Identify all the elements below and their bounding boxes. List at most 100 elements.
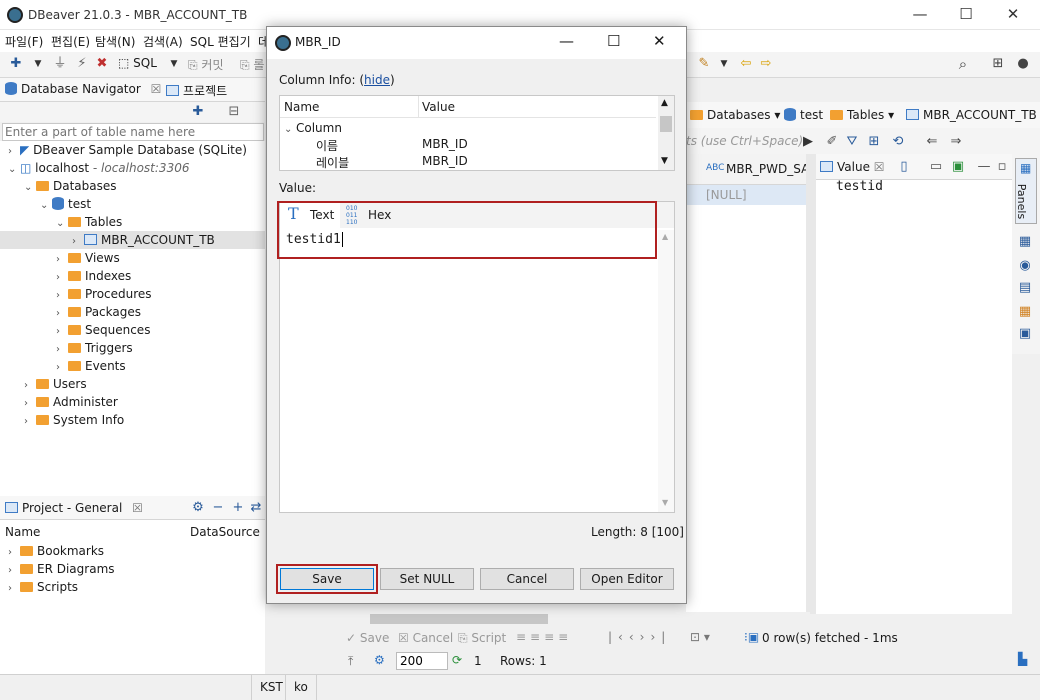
gear-icon[interactable]: ⚙ [374, 653, 385, 667]
close-tab-icon[interactable]: ☒ [151, 82, 162, 96]
breadcrumb-test[interactable]: test [784, 108, 823, 122]
panels-toggle-icon[interactable]: ⊡ ▾ [690, 630, 710, 644]
history-icon[interactable]: ⟲ [890, 134, 906, 150]
info-scrollbar[interactable]: ▲ ▼ [658, 96, 674, 170]
menu-file[interactable]: 파일(F) [5, 33, 43, 50]
info-group-column[interactable]: ⌄ Column [284, 119, 342, 139]
hide-link[interactable]: hide [364, 73, 390, 87]
calc-icon[interactable]: ▤ [1017, 280, 1033, 296]
commit-button[interactable]: ⎘ 커밋 [188, 56, 224, 73]
gear-icon[interactable]: ⚙ [190, 500, 206, 516]
value-tab[interactable]: Value ☒ [820, 160, 885, 174]
fetch-size-input[interactable] [396, 652, 448, 670]
export-icon[interactable]: ⤒ [348, 654, 353, 669]
tree-item-mbr-account-tb[interactable]: › MBR_ACCOUNT_TB [0, 231, 265, 249]
minimize-button[interactable]: — [905, 5, 935, 23]
maximize-panel-icon[interactable]: ▫ [994, 159, 1010, 175]
tree-item-test[interactable]: ⌄ test [40, 195, 91, 213]
project-item-scripts[interactable]: › Scripts [8, 578, 78, 598]
table-icon[interactable]: ▦ [1017, 304, 1033, 320]
disconnect-icon[interactable]: ✖ [94, 56, 110, 72]
back-icon[interactable]: ⇐ [924, 134, 940, 150]
book-icon[interactable]: ▯ [896, 159, 912, 175]
dialog-close-button[interactable]: ✕ [653, 32, 666, 50]
eraser-icon[interactable]: ✐ [824, 134, 840, 150]
refresh-icon[interactable]: ⟳ [452, 653, 462, 667]
tree-item-sample-db[interactable]: › ◤ DBeaver Sample Database (SQLite) [8, 141, 247, 159]
layout-icon[interactable]: ▣ [1017, 326, 1033, 342]
tree-item-views[interactable]: › Views [56, 249, 120, 267]
menu-sql-editor[interactable]: SQL 편집기 [190, 33, 251, 50]
chevron-down-icon[interactable]: ▼ [166, 56, 182, 72]
dialog-maximize-button[interactable]: ☐ [607, 32, 620, 50]
filter-settings-icon[interactable]: ⊞ [866, 134, 882, 150]
plus-icon[interactable]: + [230, 500, 246, 516]
grid-icon[interactable]: ▦ [1017, 234, 1033, 250]
connect-icon[interactable]: ⏚ [52, 56, 68, 72]
chevron-down-icon[interactable]: ▼ [662, 498, 668, 507]
filter-hint[interactable]: ts (use Ctrl+Space) [686, 134, 803, 148]
tree-item-tables[interactable]: ⌄ Tables [56, 213, 122, 231]
rollback-button[interactable]: ⎘ 롤 [240, 56, 264, 73]
chevron-up-icon[interactable]: ▲ [662, 232, 668, 241]
tools-icon[interactable]: ✎ [696, 56, 712, 72]
filter-icon[interactable]: ⛛ [844, 134, 860, 150]
project-item-bookmarks[interactable]: › Bookmarks [8, 542, 104, 562]
search-icon[interactable]: ⌕ [955, 56, 971, 72]
save-green-icon[interactable]: ▣ [950, 159, 966, 175]
forward-icon[interactable]: ⇨ [758, 56, 774, 72]
tree-item-sequences[interactable]: › Sequences [56, 321, 150, 339]
minus-icon[interactable]: − [210, 500, 226, 516]
panels-button[interactable]: ▦ Panels [1015, 158, 1037, 224]
chevron-down-icon[interactable]: ▼ [716, 56, 732, 72]
table-filter-input[interactable] [2, 123, 264, 141]
breadcrumb-mbr-account-tb[interactable]: MBR_ACCOUNT_TB [906, 108, 1037, 122]
breadcrumb-databases[interactable]: Databases ▾ [690, 108, 780, 122]
tree-item-databases[interactable]: ⌄ Databases [24, 177, 117, 195]
perspective-icon[interactable]: ⊞ [990, 56, 1006, 72]
cancel-results-button[interactable]: ☒ Cancel [398, 631, 453, 645]
scrollbar-thumb[interactable] [370, 614, 548, 624]
menu-search[interactable]: 검색(A) [143, 33, 183, 50]
value-scrollbar[interactable]: ▲ ▼ [658, 230, 674, 512]
scrollbar-thumb[interactable] [660, 116, 672, 132]
value-panel-text[interactable]: testid [836, 179, 883, 194]
plug-icon[interactable]: ⚡ [74, 56, 90, 72]
navigation-icons[interactable]: |‹‹››| [608, 630, 671, 644]
tree-item-triggers[interactable]: › Triggers [56, 339, 133, 357]
chevron-down-icon[interactable]: ▼ [661, 156, 668, 166]
apply-filter-icon[interactable]: ▶ [800, 134, 816, 150]
horizontal-scrollbar[interactable] [340, 612, 810, 626]
database-navigator-tab[interactable]: Database Navigator ☒ [5, 82, 161, 96]
menu-edit[interactable]: 편집(E) [51, 33, 90, 50]
minimize-panel-icon[interactable]: — [976, 159, 992, 175]
maximize-button[interactable]: ☐ [951, 5, 981, 23]
breadcrumb-tables[interactable]: Tables ▾ [830, 108, 894, 122]
tree-item-packages[interactable]: › Packages [56, 303, 141, 321]
tree-item-procedures[interactable]: › Procedures [56, 285, 152, 303]
layout-icon[interactable]: ▙ [1018, 652, 1027, 666]
open-editor-button[interactable]: Open Editor [580, 568, 674, 590]
new-connection-icon[interactable]: ✚ [8, 56, 24, 72]
project-general-tab[interactable]: Project - General ☒ [5, 501, 143, 515]
dialog-minimize-button[interactable]: — [559, 32, 574, 50]
tree-item-system-info[interactable]: › System Info [24, 411, 124, 429]
row-edit-icons[interactable]: ≡≡≡≡ [516, 630, 572, 644]
chevron-up-icon[interactable]: ▲ [661, 98, 668, 108]
dots-icon[interactable]: ◉ [1017, 258, 1033, 274]
cancel-button[interactable]: Cancel [480, 568, 574, 590]
save-results-button[interactable]: ✓ Save [346, 631, 389, 645]
tree-item-localhost[interactable]: ⌄ ◫ localhost - localhost:3306 [8, 159, 189, 177]
save-icon[interactable]: ▭ [928, 159, 944, 175]
tree-item-administer[interactable]: › Administer [24, 393, 118, 411]
value-panel-splitter[interactable] [806, 154, 816, 614]
tree-item-events[interactable]: › Events [56, 357, 126, 375]
menu-navigate[interactable]: 탐색(N) [95, 33, 135, 50]
project-item-er-diagrams[interactable]: › ER Diagrams [8, 560, 115, 580]
column-header[interactable]: ABC MBR_PWD_SA [686, 154, 809, 185]
close-tab-icon[interactable]: ☒ [132, 501, 143, 515]
set-null-button[interactable]: Set NULL [380, 568, 474, 590]
back-icon[interactable]: ⇦ [738, 56, 754, 72]
link-icon[interactable]: ⇄ [248, 500, 264, 516]
avatar[interactable]: ● [1015, 56, 1031, 72]
